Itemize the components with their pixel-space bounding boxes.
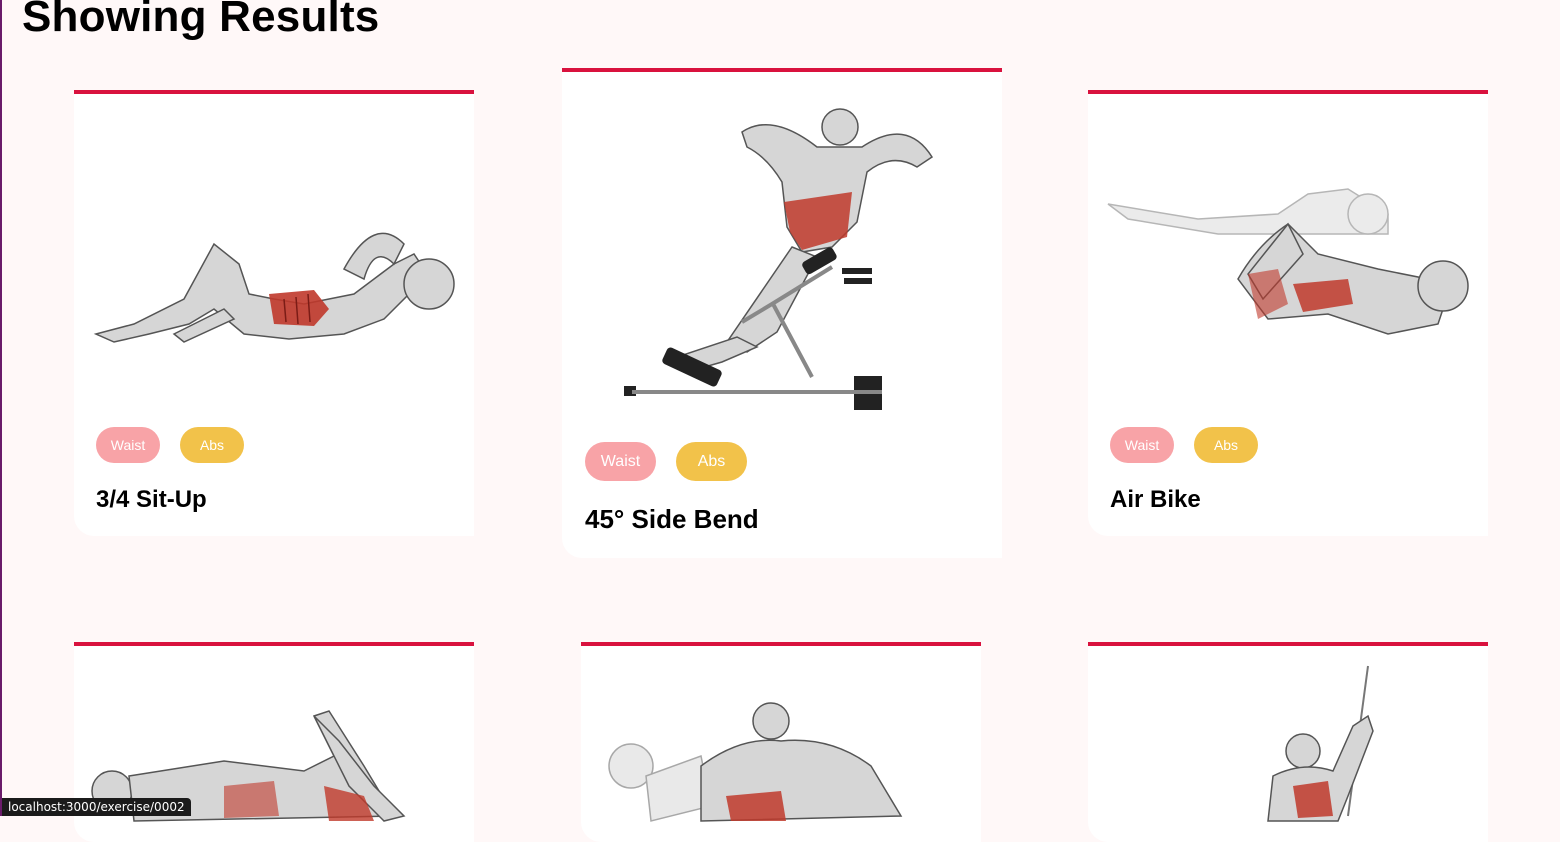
exercise-name: 3/4 Sit-Up [96,486,207,513]
exercise-card[interactable]: Waist Abs 45° Side Bend [562,68,1002,558]
exercise-card[interactable]: Waist Abs 3/4 Sit-Up [74,90,474,536]
air-bike-illustration [1107,188,1469,335]
side-bend-illustration [624,108,934,410]
cable-exercise-illustration [1267,665,1374,822]
exercise-card[interactable]: Waist Abs Air Bike [1088,90,1488,536]
status-bar-url: localhost:3000/exercise/0002 [2,798,191,816]
target-tag[interactable]: Abs [676,442,747,481]
exercise-name: 45° Side Bend [585,504,759,534]
exercise-card[interactable] [1088,642,1488,842]
page-title: Showing Results [22,0,380,41]
target-tag[interactable]: Abs [1194,427,1258,463]
body-part-tag[interactable]: Waist [1110,427,1174,463]
target-tag[interactable]: Abs [180,427,244,463]
body-part-tag[interactable]: Waist [585,442,656,481]
exercise-card[interactable] [581,642,981,842]
exercise-name: Air Bike [1110,486,1201,513]
crunch-illustration [608,702,903,822]
body-part-tag[interactable]: Waist [96,427,160,463]
sit-up-illustration [93,232,455,343]
